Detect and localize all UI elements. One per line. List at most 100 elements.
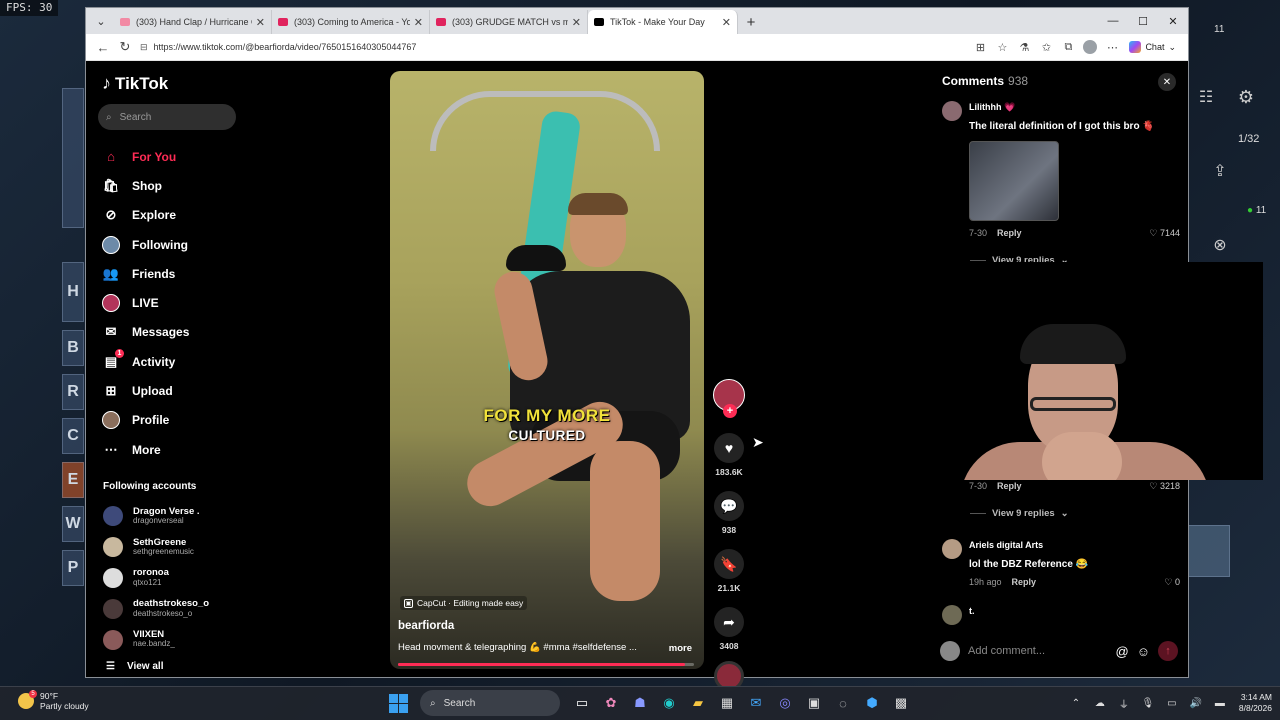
- microphone-icon[interactable]: 🎙: [1139, 690, 1157, 716]
- favorite-star-icon[interactable]: ☆: [991, 36, 1013, 58]
- copilot-app-icon[interactable]: ✿: [598, 690, 624, 716]
- video-progress-bar[interactable]: [398, 663, 694, 666]
- comment-like[interactable]: ♡ 0: [1164, 577, 1180, 588]
- emoji-icon[interactable]: ☺: [1137, 644, 1150, 659]
- like-action[interactable]: ♥ 183.6K: [708, 433, 750, 477]
- reply-button[interactable]: Reply: [997, 228, 1022, 238]
- clock[interactable]: 3:14 AM 8/8/2026: [1239, 692, 1272, 714]
- capcut-tag[interactable]: ▣ CapCut · Editing made easy: [400, 596, 528, 610]
- nav-profile[interactable]: Profile: [102, 406, 242, 435]
- tab-tiktok[interactable]: TikTok - Make Your Day ✕: [588, 10, 738, 34]
- comment-user[interactable]: Lilithhh 💗: [969, 102, 1015, 113]
- comment-action[interactable]: 💬 938: [708, 491, 750, 535]
- battery-icon[interactable]: ▬: [1211, 690, 1229, 716]
- comment-user[interactable]: Ariels digital Arts: [969, 540, 1043, 550]
- split-screen-icon[interactable]: ⊞: [969, 36, 991, 58]
- url-field[interactable]: ⊟ https://www.tiktok.com/@bearfiorda/vid…: [140, 37, 969, 57]
- nav-shop[interactable]: 🛍 Shop: [102, 171, 242, 200]
- windows-start-icon[interactable]: [385, 690, 411, 716]
- close-tab-icon[interactable]: ✕: [256, 16, 265, 29]
- search-input[interactable]: ⌕ Search: [98, 104, 236, 130]
- minimize-icon[interactable]: —: [1098, 8, 1128, 34]
- taskbar-search[interactable]: ⌕ Search: [420, 690, 560, 716]
- nav-activity[interactable]: ▤ 1 Activity: [102, 347, 242, 376]
- bookmark-icon[interactable]: 🔖: [714, 549, 744, 579]
- tiktok-logo[interactable]: ♪ TikTok: [102, 73, 168, 94]
- more-button[interactable]: more: [669, 643, 692, 654]
- comment-image[interactable]: [969, 141, 1059, 221]
- nav-friends[interactable]: 👥 Friends: [102, 259, 242, 288]
- share-action[interactable]: ➦ 3408: [708, 607, 750, 651]
- back-icon[interactable]: ←: [92, 36, 114, 58]
- close-comments-icon[interactable]: ✕: [1158, 73, 1176, 91]
- nav-live[interactable]: LIVE: [102, 288, 242, 317]
- discord-icon[interactable]: ◎: [772, 690, 798, 716]
- file-explorer-icon[interactable]: ▰: [685, 690, 711, 716]
- usb-icon[interactable]: ⏚: [1115, 690, 1133, 716]
- profile-avatar-icon[interactable]: [1079, 36, 1101, 58]
- comment-icon[interactable]: 💬: [714, 491, 744, 521]
- view-replies-button[interactable]: View 9 replies ⌄: [970, 508, 1069, 519]
- store-icon[interactable]: ▦: [714, 690, 740, 716]
- close-tab-icon[interactable]: ✕: [722, 16, 731, 29]
- nav-following[interactable]: Following: [102, 230, 242, 259]
- heart-icon[interactable]: ♥: [714, 433, 744, 463]
- account-item[interactable]: deathstrokeso_o deathstrokeso_o: [103, 593, 243, 624]
- mail-icon[interactable]: ✉: [743, 690, 769, 716]
- cloud-icon[interactable]: ☁: [1091, 690, 1109, 716]
- send-icon[interactable]: ↑: [1158, 641, 1178, 661]
- collections-icon[interactable]: ⧉: [1057, 36, 1079, 58]
- extensions-icon[interactable]: ⚗: [1013, 36, 1035, 58]
- site-info-icon[interactable]: ⊟: [140, 42, 148, 53]
- avatar[interactable]: [942, 605, 962, 625]
- task-view-icon[interactable]: ▭: [569, 690, 595, 716]
- tab-coming-to-america[interactable]: (303) Coming to America - YouTube ✕: [272, 10, 430, 34]
- app-icon[interactable]: ▣: [801, 690, 827, 716]
- account-item[interactable]: VIIXEN nae.bandz_: [103, 624, 243, 655]
- comment-user[interactable]: t.: [969, 606, 975, 616]
- close-tab-icon[interactable]: ✕: [572, 16, 581, 29]
- nav-messages[interactable]: ✉ Messages: [102, 318, 242, 347]
- close-window-icon[interactable]: ✕: [1158, 8, 1188, 34]
- reply-button[interactable]: Reply: [997, 481, 1022, 491]
- nav-upload[interactable]: ⊞ Upload: [102, 376, 242, 405]
- reply-button[interactable]: Reply: [1012, 577, 1037, 587]
- maximize-icon[interactable]: ☐: [1128, 8, 1158, 34]
- new-tab-button[interactable]: +: [738, 10, 764, 34]
- app-icon[interactable]: ⬢: [859, 690, 885, 716]
- menu-dots-icon[interactable]: ⋯: [1101, 36, 1123, 58]
- creator-avatar[interactable]: +: [713, 379, 745, 418]
- volume-icon[interactable]: 🔊: [1187, 690, 1205, 716]
- account-item[interactable]: roronoa qtxo121: [103, 563, 243, 594]
- tab-hand-clap[interactable]: (303) Hand Clap / Hurricane Chris ✕: [114, 10, 272, 34]
- video-player[interactable]: FOR MY MORE CULTURED ▣ CapCut · Editing …: [390, 71, 704, 669]
- nav-explore[interactable]: ⊘ Explore: [102, 201, 242, 230]
- chevron-up-icon[interactable]: ⌃: [1067, 690, 1085, 716]
- obs-icon[interactable]: ◌: [830, 690, 856, 716]
- edge-icon[interactable]: ◉: [656, 690, 682, 716]
- close-tab-icon[interactable]: ✕: [414, 16, 423, 29]
- favorites-icon[interactable]: ✩: [1035, 36, 1057, 58]
- weather-widget[interactable]: 5 90°F Partly cloudy: [18, 690, 89, 711]
- nav-for-you[interactable]: ⌂ For You: [102, 142, 242, 171]
- video-author[interactable]: bearfiorda: [398, 620, 454, 632]
- follow-plus-icon[interactable]: +: [723, 404, 737, 418]
- avatar[interactable]: [942, 539, 962, 559]
- tab-grudge-match[interactable]: (303) GRUDGE MATCH vs my Best ✕: [430, 10, 588, 34]
- app-icon[interactable]: ▩: [888, 690, 914, 716]
- view-all-button[interactable]: ☰ View all: [106, 661, 163, 672]
- mention-icon[interactable]: @: [1116, 644, 1129, 659]
- network-icon[interactable]: ▭: [1163, 690, 1181, 716]
- copilot-chat-button[interactable]: Chat ⌄: [1123, 41, 1182, 53]
- teams-icon[interactable]: ☗: [627, 690, 653, 716]
- comment-like[interactable]: ♡ 7144: [1149, 228, 1180, 239]
- comment-like[interactable]: ♡ 3218: [1149, 481, 1180, 492]
- account-item[interactable]: SethGreene sethgreenemusic: [103, 532, 243, 563]
- save-action[interactable]: 🔖 21.1K: [708, 549, 750, 593]
- comment-input[interactable]: Add comment...: [968, 645, 1108, 657]
- refresh-icon[interactable]: ↻: [114, 36, 136, 58]
- share-arrow-icon[interactable]: ➦: [714, 607, 744, 637]
- account-item[interactable]: Dragon Verse . dragonverseal: [103, 501, 243, 532]
- avatar[interactable]: [942, 101, 962, 121]
- tab-actions-menu[interactable]: ⌄: [90, 10, 112, 32]
